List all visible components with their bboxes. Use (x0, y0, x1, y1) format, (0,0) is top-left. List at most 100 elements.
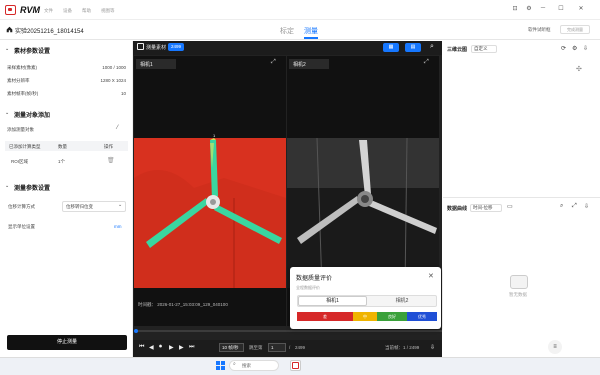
cloud-title: 三维云图 (447, 47, 468, 53)
project-name: 实验20251216_18014154 (15, 29, 84, 35)
param-value: 1000 / 1000 (102, 65, 126, 70)
right-divider (443, 197, 600, 198)
material-section-title: 素材参数设置 (14, 49, 51, 55)
folder-icon[interactable]: ▭ (507, 203, 513, 210)
objects-section-title: 测量对象添加 (14, 113, 51, 119)
table-row-count: 1个 (58, 159, 66, 164)
left-panel (0, 41, 133, 357)
curve-title: 数据曲线 (447, 206, 468, 212)
camera-2-image (287, 138, 439, 288)
play-icon[interactable]: ▶ (169, 344, 174, 351)
display-button[interactable]: ▤ (405, 43, 421, 52)
param-label: 素材帧率(帧/秒) (7, 91, 39, 96)
table-header-count: 数量 (58, 144, 67, 149)
frame-count-badge: 2499 (168, 43, 184, 51)
maximize-icon[interactable]: ☐ (556, 5, 566, 12)
delete-icon[interactable]: 🗑 (107, 157, 115, 164)
export-icon[interactable]: ⇩ (583, 45, 588, 52)
camera-1-title: 相机1 (136, 59, 176, 69)
curve-select[interactable]: 时间-位移 (470, 204, 502, 212)
project-bar (0, 20, 600, 40)
start-icon[interactable] (215, 360, 226, 371)
menu-item-help[interactable]: 帮助 (82, 8, 91, 14)
settings-icon[interactable]: ⚙ (524, 5, 534, 12)
home-icon[interactable] (6, 26, 13, 33)
export-icon[interactable]: ⇩ (430, 344, 435, 351)
zoom-icon[interactable]: ⌕ (430, 43, 434, 51)
timeline-scrubber[interactable] (134, 329, 442, 333)
unit-value-link[interactable]: mm (114, 224, 122, 229)
layout-button[interactable]: ▦ (383, 43, 399, 52)
menu-icon[interactable]: ≡ (548, 340, 562, 354)
table-row-type: ROI区域 (11, 159, 29, 164)
unit-label: 显示单位设置 (8, 224, 35, 229)
material-icon (137, 43, 144, 50)
menu-item-file[interactable]: 文件 (44, 8, 53, 14)
notifications-icon[interactable]: ⊡ (510, 5, 520, 12)
right-panel (443, 41, 600, 357)
app-logo-icon (5, 5, 16, 15)
popup-subtitle: 全程数据评价 (296, 285, 320, 290)
fullscreen-icon[interactable]: ⤢ (572, 203, 577, 210)
add-object-label: 添加测量对象 (7, 127, 34, 132)
segment-camera-2[interactable]: 相机2 (368, 296, 436, 306)
material-label: 测量素材 (146, 45, 167, 51)
zoom-icon[interactable]: ⌕ (560, 203, 563, 210)
empty-text: 暂无数据 (509, 292, 527, 297)
jump-label: 跳至第 (249, 345, 263, 350)
menu-item-view[interactable]: 视图等 (101, 8, 115, 14)
rvm-taskbar-icon (292, 362, 299, 369)
param-label: 采样素材(像素) (7, 65, 37, 70)
segment-camera-1[interactable]: 相机1 (298, 296, 367, 306)
wand-icon[interactable]: ⁄ (117, 125, 118, 131)
tab-measure[interactable]: 测量 (304, 26, 318, 36)
cloud-select[interactable]: 自定义 (471, 45, 497, 53)
current-frame: 当前帧：1 / 2499 (385, 345, 420, 350)
finish-measure-button[interactable]: 完成测量 (560, 25, 590, 34)
table-header-action: 操作 (104, 144, 113, 149)
fullscreen-icon[interactable]: ⤢ (424, 59, 429, 66)
stop-icon[interactable]: ⏺ (159, 344, 162, 351)
table-header-type: 已添加计算类型 (9, 144, 41, 149)
params-section-title: 测量参数设置 (14, 186, 51, 192)
chevron-down-icon[interactable]: ⌄ (5, 110, 9, 116)
axis-gizmo-icon: ✣ (576, 66, 582, 73)
jump-total: 2499 (295, 345, 306, 350)
step-back-icon[interactable]: ◀ (149, 344, 154, 351)
export-icon[interactable]: ⇩ (584, 203, 589, 210)
param-value: 10 (120, 91, 126, 96)
camera-1-image (134, 138, 286, 288)
close-icon[interactable]: ✕ (576, 5, 586, 12)
method-label: 位移计算方式 (8, 204, 35, 209)
chevron-down-icon[interactable]: ⌄ (5, 183, 9, 189)
speed-select[interactable]: 10 帧/秒 (219, 343, 244, 352)
quality-bar-excellent: 优秀 (407, 312, 437, 321)
fullscreen-icon[interactable]: ⤢ (271, 59, 276, 66)
param-value: 1280 X 1024 (100, 78, 126, 83)
tab-calibrate[interactable]: 标定 (280, 26, 294, 36)
settings-icon[interactable]: ⚙ (572, 45, 577, 52)
jump-separator: / (289, 345, 291, 350)
menu-item-device[interactable]: 设备 (63, 8, 72, 14)
param-label: 素材分辨率 (7, 78, 30, 83)
minimize-icon[interactable]: ─ (538, 5, 548, 11)
step-forward-icon[interactable]: ▶ (179, 344, 184, 351)
close-icon[interactable]: ✕ (428, 272, 434, 280)
skip-end-icon[interactable]: ⏭ (189, 344, 194, 351)
empty-data-icon (510, 275, 528, 289)
taskbar-search[interactable]: 搜索 (229, 360, 279, 371)
quality-bar-medium: 中 (353, 312, 377, 321)
jump-input[interactable]: 1 (268, 343, 286, 352)
search-icon: ⌕ (233, 361, 236, 367)
timestamp: 时间戳： 2026-01-27_15:03:09_129_040100 (138, 302, 228, 307)
stop-measure-button[interactable]: 停止测量 (7, 335, 127, 350)
roi-marker: 1 (213, 133, 216, 138)
chevron-down-icon[interactable]: ⌄ (5, 46, 9, 52)
refresh-icon[interactable]: ⟳ (561, 45, 566, 52)
quality-bar-good: 良好 (377, 312, 407, 321)
help-button[interactable]: 软件试听框 (528, 27, 551, 33)
skip-start-icon[interactable]: ⏮ (139, 344, 144, 351)
quality-bar-poor: 差 (297, 312, 353, 321)
active-tab-indicator (304, 37, 318, 39)
method-select-value: 位移转归位变 (66, 204, 93, 209)
